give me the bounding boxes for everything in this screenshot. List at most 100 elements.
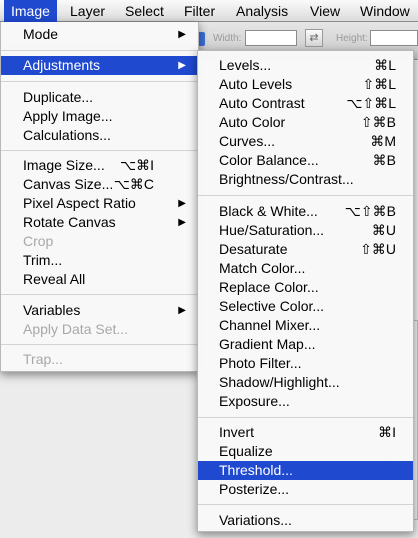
menu-item-shortcut: ⌥⇧⌘L bbox=[346, 95, 396, 111]
menu-item-label: Shadow/Highlight... bbox=[219, 374, 340, 390]
menu-item-calculations[interactable]: Calculations... bbox=[1, 126, 198, 145]
menu-item-auto-color[interactable]: Auto Color ⇧⌘B bbox=[198, 113, 413, 132]
menu-separator bbox=[1, 81, 198, 82]
menu-item-label: Levels... bbox=[219, 57, 272, 73]
menu-item-channel-mixer[interactable]: Channel Mixer... bbox=[198, 316, 413, 335]
menu-item-label: Match Color... bbox=[219, 260, 306, 276]
swap-icon[interactable]: ⇄ bbox=[305, 29, 323, 47]
menu-item-photo-filter[interactable]: Photo Filter... bbox=[198, 354, 413, 373]
menu-item-trim[interactable]: Trim... bbox=[1, 251, 198, 270]
menu-item-label: Adjustments bbox=[23, 57, 101, 73]
menu-item-canvas-size[interactable]: Canvas Size... ⌥⌘C bbox=[1, 175, 198, 194]
menu-item-label: Desaturate bbox=[219, 241, 288, 257]
menu-item-posterize[interactable]: Posterize... bbox=[198, 480, 413, 499]
menu-item-auto-contrast[interactable]: Auto Contrast ⌥⇧⌘L bbox=[198, 94, 413, 113]
menu-item-label: Color Balance... bbox=[219, 152, 319, 168]
menu-item-adjustments[interactable]: Adjustments ▶ bbox=[1, 56, 198, 75]
menu-analysis[interactable]: Analysis bbox=[229, 0, 295, 22]
menu-item-label: Posterize... bbox=[219, 481, 290, 497]
submenu-arrow-icon: ▶ bbox=[178, 305, 186, 316]
menu-item-variations[interactable]: Variations... bbox=[198, 511, 413, 530]
menu-separator bbox=[1, 344, 198, 345]
menu-separator bbox=[198, 195, 413, 196]
menu-item-label: Rotate Canvas bbox=[23, 214, 116, 230]
menu-item-trap: Trap... bbox=[1, 350, 198, 369]
menu-item-auto-levels[interactable]: Auto Levels ⇧⌘L bbox=[198, 75, 413, 94]
menu-item-shortcut: ⌥⌘I bbox=[119, 157, 154, 173]
menu-item-label: Apply Data Set... bbox=[23, 321, 129, 337]
menu-item-selective-color[interactable]: Selective Color... bbox=[198, 297, 413, 316]
menu-item-label: Brightness/Contrast... bbox=[219, 171, 354, 187]
menu-separator bbox=[1, 150, 198, 151]
menu-item-label: Photo Filter... bbox=[219, 355, 302, 371]
menu-item-label: Threshold... bbox=[219, 462, 293, 478]
menu-item-pixel-aspect-ratio[interactable]: Pixel Aspect Ratio ▶ bbox=[1, 194, 198, 213]
menu-item-black-white[interactable]: Black & White... ⌥⇧⌘B bbox=[198, 202, 413, 221]
submenu-arrow-icon: ▶ bbox=[178, 60, 186, 71]
menu-item-label: Hue/Saturation... bbox=[219, 222, 325, 238]
menu-item-invert[interactable]: Invert ⌘I bbox=[198, 423, 413, 442]
menu-item-desaturate[interactable]: Desaturate ⇧⌘U bbox=[198, 240, 413, 259]
menu-item-brightness-contrast[interactable]: Brightness/Contrast... bbox=[198, 170, 413, 189]
menu-view[interactable]: View bbox=[303, 0, 347, 22]
menu-window[interactable]: Window bbox=[353, 0, 417, 22]
menu-item-apply-data-set: Apply Data Set... bbox=[1, 320, 198, 339]
menu-item-label: Invert bbox=[219, 424, 255, 440]
adjustments-submenu: Levels... ⌘L Auto Levels ⇧⌘L Auto Contra… bbox=[197, 50, 414, 532]
menu-bar: Image Layer Select Filter Analysis View … bbox=[0, 0, 418, 22]
menu-item-curves[interactable]: Curves... ⌘M bbox=[198, 132, 413, 151]
menu-item-label: Trap... bbox=[23, 351, 63, 367]
menu-item-label: Canvas Size... bbox=[23, 176, 114, 192]
menu-item-apply-image[interactable]: Apply Image... bbox=[1, 107, 198, 126]
menu-item-shortcut: ⌘M bbox=[370, 133, 396, 149]
menu-item-label: Exposure... bbox=[219, 393, 290, 409]
menu-item-shortcut: ⌘I bbox=[378, 424, 396, 440]
menu-item-label: Replace Color... bbox=[219, 279, 319, 295]
menu-separator bbox=[198, 504, 413, 505]
menu-item-shortcut: ⇧⌘L bbox=[362, 76, 396, 92]
menu-filter[interactable]: Filter bbox=[177, 0, 222, 22]
menu-item-label: Selective Color... bbox=[219, 298, 325, 314]
menu-item-shadow-highlight[interactable]: Shadow/Highlight... bbox=[198, 373, 413, 392]
menu-item-shortcut: ⌥⇧⌘B bbox=[344, 203, 396, 219]
menu-item-replace-color[interactable]: Replace Color... bbox=[198, 278, 413, 297]
menu-item-label: Crop bbox=[23, 233, 54, 249]
menu-item-mode[interactable]: Mode ▶ bbox=[1, 25, 198, 44]
menu-item-label: Curves... bbox=[219, 133, 276, 149]
menu-item-label: Apply Image... bbox=[23, 108, 113, 124]
submenu-arrow-icon: ▶ bbox=[178, 29, 186, 40]
menu-item-match-color[interactable]: Match Color... bbox=[198, 259, 413, 278]
menu-item-label: Auto Color bbox=[219, 114, 286, 130]
menu-item-label: Reveal All bbox=[23, 271, 86, 287]
height-field[interactable] bbox=[370, 30, 418, 46]
menu-item-equalize[interactable]: Equalize bbox=[198, 442, 413, 461]
menu-item-label: Auto Contrast bbox=[219, 95, 305, 111]
menu-item-levels[interactable]: Levels... ⌘L bbox=[198, 56, 413, 75]
menu-item-label: Equalize bbox=[219, 443, 273, 459]
menu-item-color-balance[interactable]: Color Balance... ⌘B bbox=[198, 151, 413, 170]
menu-separator bbox=[198, 417, 413, 418]
menu-item-shortcut: ⇧⌘U bbox=[360, 241, 396, 257]
menu-image[interactable]: Image bbox=[4, 0, 57, 22]
width-label: Width: bbox=[213, 33, 242, 44]
menu-item-label: Trim... bbox=[23, 252, 63, 268]
menu-item-label: Image Size... bbox=[23, 157, 105, 173]
menu-item-image-size[interactable]: Image Size... ⌥⌘I bbox=[1, 156, 198, 175]
width-field[interactable] bbox=[245, 30, 297, 46]
menu-layer[interactable]: Layer bbox=[63, 0, 112, 22]
menu-item-gradient-map[interactable]: Gradient Map... bbox=[198, 335, 413, 354]
menu-item-duplicate[interactable]: Duplicate... bbox=[1, 88, 198, 107]
menu-item-exposure[interactable]: Exposure... bbox=[198, 392, 413, 411]
menu-item-label: Gradient Map... bbox=[219, 336, 316, 352]
menu-item-label: Channel Mixer... bbox=[219, 317, 321, 333]
menu-select[interactable]: Select bbox=[118, 0, 171, 22]
menu-item-shortcut: ⌘L bbox=[374, 57, 396, 73]
menu-item-hue-saturation[interactable]: Hue/Saturation... ⌘U bbox=[198, 221, 413, 240]
menu-item-threshold[interactable]: Threshold... bbox=[198, 461, 413, 480]
menu-item-rotate-canvas[interactable]: Rotate Canvas ▶ bbox=[1, 213, 198, 232]
menu-item-reveal-all[interactable]: Reveal All bbox=[1, 270, 198, 289]
menu-item-crop: Crop bbox=[1, 232, 198, 251]
image-menu: Mode ▶ Adjustments ▶ Duplicate... Apply … bbox=[0, 22, 199, 372]
menu-item-shortcut: ⇧⌘B bbox=[360, 114, 396, 130]
menu-item-variables[interactable]: Variables ▶ bbox=[1, 301, 198, 320]
